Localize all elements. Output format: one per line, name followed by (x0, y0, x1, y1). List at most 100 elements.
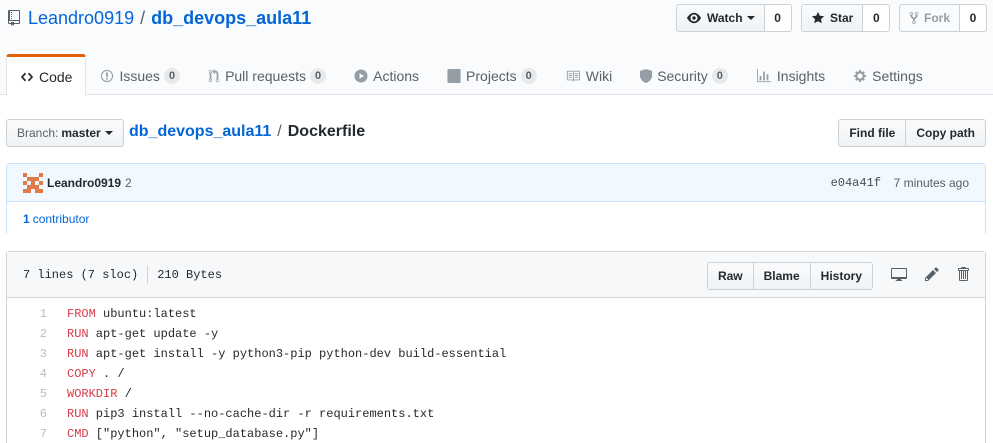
tab-label: Settings (872, 68, 923, 84)
line-content: RUN apt-get update -y (57, 324, 218, 344)
tab-label: Projects (466, 68, 517, 84)
keyword: RUN (67, 347, 89, 361)
tab-actions[interactable]: Actions (340, 54, 433, 95)
line-number[interactable]: 3 (7, 344, 57, 364)
watch-label: Watch (707, 11, 743, 25)
breadcrumb-separator: / (277, 123, 282, 140)
tab-counter: 0 (310, 68, 327, 84)
pencil-icon[interactable] (925, 266, 939, 282)
code-line: 1 FROM ubuntu:latest (7, 304, 985, 324)
tab-counter: 0 (163, 68, 181, 84)
watch-button[interactable]: Watch (676, 4, 765, 32)
line-number[interactable]: 4 (7, 364, 57, 384)
code-text: ["python", "setup_database.py"] (88, 427, 320, 441)
tab-security[interactable]: Security 0 (626, 54, 742, 95)
contributors-link[interactable]: 1 contributor (7, 202, 985, 235)
branch-prefix: Branch: (17, 126, 59, 140)
book-icon (566, 70, 580, 82)
line-number[interactable]: 1 (7, 304, 57, 324)
contributors-count: 1 (23, 211, 30, 226)
repo-owner-link[interactable]: Leandro0919 (28, 8, 134, 29)
line-number[interactable]: 7 (7, 424, 57, 443)
avatar[interactable] (23, 172, 43, 193)
line-content: WORKDIR / (57, 384, 132, 404)
branch-name: master (61, 126, 101, 140)
line-content: RUN apt-get install -y python3-pip pytho… (57, 344, 506, 364)
tab-issues[interactable]: Issues 0 (86, 54, 194, 95)
file-action-buttons: Raw Blame History (706, 262, 873, 290)
eye-icon (687, 12, 701, 24)
commit-sha-link[interactable]: e04a41f (831, 176, 881, 190)
star-count[interactable]: 0 (863, 4, 891, 32)
code-text: . / (95, 367, 125, 381)
commit-count: 2 (125, 175, 132, 190)
code-text: apt-get update -y (88, 327, 219, 341)
desktop-icon[interactable] (891, 266, 907, 282)
code-text: / (117, 387, 132, 401)
tab-pull-requests[interactable]: Pull requests 0 (194, 54, 340, 95)
fork-button[interactable]: Fork (899, 4, 961, 32)
find-file-button[interactable]: Find file (838, 119, 907, 147)
star-group: Star 0 (801, 4, 891, 32)
repo-title: Leandro0919 / db_devops_aula11 (8, 6, 311, 30)
tab-label: Issues (119, 68, 160, 84)
file-lines-info: 7 lines (7 sloc) (23, 267, 139, 282)
tab-label: Pull requests (225, 68, 306, 84)
code-text: ubuntu:latest (95, 307, 197, 321)
project-icon (447, 69, 461, 83)
breadcrumb-repo-link[interactable]: db_devops_aula11 (129, 123, 271, 141)
code-line: 7 CMD ["python", "setup_database.py"] (7, 424, 985, 443)
watch-count[interactable]: 0 (764, 4, 792, 32)
line-number[interactable]: 2 (7, 324, 57, 344)
line-number[interactable]: 6 (7, 404, 57, 424)
branch-select-button[interactable]: Branch: master (6, 119, 124, 147)
blame-button[interactable]: Blame (753, 262, 811, 290)
line-content: COPY . / (57, 364, 125, 384)
raw-button[interactable]: Raw (706, 262, 754, 290)
star-icon (811, 11, 825, 24)
keyword: RUN (67, 327, 89, 341)
watch-group: Watch 0 (676, 4, 792, 32)
star-label: Star (830, 11, 854, 25)
tab-label: Insights (776, 68, 826, 84)
tab-label: Actions (373, 68, 420, 84)
file-navigation-buttons: Find file Copy path (838, 119, 986, 147)
repo-name-link[interactable]: db_devops_aula11 (151, 8, 311, 29)
trashcan-icon[interactable] (957, 266, 969, 282)
issue-opened-icon (101, 69, 114, 83)
keyword: COPY (67, 367, 96, 381)
keyword: RUN (67, 407, 89, 421)
code-text: apt-get install -y python3-pip python-de… (88, 347, 507, 361)
copy-path-button[interactable]: Copy path (906, 119, 986, 147)
code-line: 5 WORKDIR / (7, 384, 985, 404)
code-line: 6 RUN pip3 install --no-cache-dir -r req… (7, 404, 985, 424)
tab-settings[interactable]: Settings (839, 54, 937, 95)
tab-counter: 0 (520, 68, 537, 84)
repo-title-separator: / (140, 7, 146, 28)
tab-counter: 0 (711, 68, 728, 84)
tab-insights[interactable]: Insights (742, 54, 839, 95)
code-icon (20, 72, 34, 81)
commit-author-link[interactable]: Leandro0919 (47, 176, 121, 190)
line-number[interactable]: 5 (7, 384, 57, 404)
code-line: 3 RUN apt-get install -y python3-pip pyt… (7, 344, 985, 364)
fork-label: Fork (924, 11, 951, 25)
chevron-down-icon (746, 16, 755, 20)
tab-label: Code (39, 68, 73, 85)
star-button[interactable]: Star (801, 4, 864, 32)
repo-forked-icon (909, 11, 919, 25)
shield-icon (640, 69, 653, 83)
line-content: CMD ["python", "setup_database.py"] (57, 424, 319, 443)
fork-group: Fork 0 (899, 4, 988, 32)
tab-wiki[interactable]: Wiki (551, 54, 626, 95)
file-header: 7 lines (7 sloc) 210 Bytes Raw Blame His… (7, 252, 985, 298)
fork-count[interactable]: 0 (960, 4, 988, 32)
code-line: 2 RUN apt-get update -y (7, 324, 985, 344)
repo-icon (8, 10, 20, 26)
history-button[interactable]: History (810, 262, 873, 290)
repo-nav-tabs: Code Issues 0 Pull requests 0 Actions Pr… (6, 54, 937, 96)
tab-projects[interactable]: Projects 0 (433, 54, 551, 95)
tab-code[interactable]: Code (6, 54, 87, 96)
file-viewer: 7 lines (7 sloc) 210 Bytes Raw Blame His… (6, 251, 986, 443)
code-line: 4 COPY . / (7, 364, 985, 384)
